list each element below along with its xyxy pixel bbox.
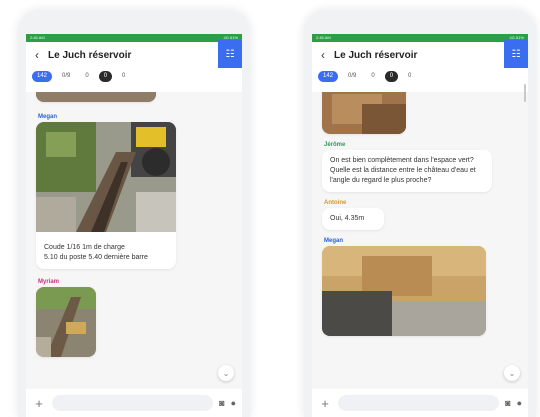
phone-left: 2:45 AM 4G 61% ‹ Le Juch réservoir ⇪ ☷ 1… [18, 10, 250, 417]
status-bar: 2:45 AM 4G 61% [26, 34, 242, 42]
photo-message[interactable] [36, 92, 156, 102]
text-message[interactable]: On est bien complètement dans l'espace v… [322, 150, 492, 192]
trench-photo [36, 287, 96, 357]
message-input[interactable] [52, 395, 214, 411]
message-list[interactable]: Jérôme On est bien complètement dans l'e… [312, 92, 528, 389]
status-bar: 2:45 AM 4G 61% [312, 34, 528, 42]
composer: + ◙ ● [26, 389, 242, 417]
screen: 2:45 AM 4G 61% ‹ Le Juch réservoir ⇪ ☷ 1… [26, 34, 242, 417]
chat-title: Le Juch réservoir [334, 49, 418, 61]
photo-thumbnail [36, 92, 156, 102]
message-list[interactable]: Megan Coude 1/16 1m de charge 5.10 du po… [26, 92, 242, 389]
chat-header: ‹ Le Juch réservoir ⇪ ☷ [312, 40, 528, 68]
photo-caption: Coude 1/16 1m de charge 5.10 du poste 5.… [44, 244, 148, 261]
back-arrow-icon[interactable]: ‹ [26, 48, 48, 62]
scroll-down-button[interactable]: ⌄ [218, 365, 234, 381]
microphone-icon[interactable]: ● [517, 398, 522, 408]
plus-icon[interactable]: + [32, 396, 46, 411]
chip-messages[interactable]: 142 [32, 70, 53, 82]
scrollbar[interactable] [524, 84, 526, 102]
trench-photo [322, 246, 486, 336]
filter-chips: 142 0/9 0 0 0 [26, 68, 242, 84]
soil-photo [322, 92, 406, 134]
composer: + ◙ ● [312, 389, 528, 417]
message-author: Jérôme [324, 142, 346, 148]
chat-title: Le Juch réservoir [48, 49, 132, 61]
chip-photos[interactable]: 0 [384, 70, 399, 82]
text-message[interactable]: Oui, 4.35m [322, 208, 384, 230]
message-input[interactable] [338, 395, 500, 411]
chip-tasks[interactable]: 0/9 [343, 71, 361, 82]
message-text: Oui, 4.35m [330, 215, 365, 222]
plus-icon[interactable]: + [318, 396, 332, 411]
trench-photo [36, 122, 176, 232]
photo-message[interactable] [36, 287, 96, 357]
message-author: Myriam [38, 279, 60, 285]
chip-files[interactable]: 0 [366, 71, 379, 82]
screen: 2:45 AM 4G 61% ‹ Le Juch réservoir ⇪ ☷ 1… [312, 34, 528, 417]
message-text: On est bien complètement dans l'espace v… [330, 157, 476, 184]
chip-links[interactable]: 0 [403, 71, 416, 82]
message-author: Antoine [324, 200, 347, 206]
microphone-icon[interactable]: ● [231, 398, 236, 408]
camera-icon[interactable]: ◙ [505, 398, 510, 408]
chip-photos[interactable]: 0 [98, 70, 113, 82]
scroll-down-button[interactable]: ⌄ [504, 365, 520, 381]
tasks-button[interactable]: ☷ [218, 40, 242, 68]
photo-message[interactable] [322, 92, 406, 134]
message-author: Megan [324, 238, 344, 244]
tasks-button[interactable]: ☷ [504, 40, 528, 68]
filter-chips: 142 0/9 0 0 0 [312, 68, 528, 84]
chip-links[interactable]: 0 [117, 71, 130, 82]
back-arrow-icon[interactable]: ‹ [312, 48, 334, 62]
chip-tasks[interactable]: 0/9 [57, 71, 75, 82]
chat-header: ‹ Le Juch réservoir ⇪ ☷ [26, 40, 242, 68]
phone-right: 2:45 AM 4G 61% ‹ Le Juch réservoir ⇪ ☷ 1… [304, 10, 536, 417]
message-author: Megan [38, 114, 58, 120]
camera-icon[interactable]: ◙ [219, 398, 224, 408]
photo-message[interactable] [322, 246, 486, 336]
photo-message[interactable]: Coude 1/16 1m de charge 5.10 du poste 5.… [36, 122, 176, 269]
chip-messages[interactable]: 142 [318, 70, 339, 82]
chip-files[interactable]: 0 [80, 71, 93, 82]
